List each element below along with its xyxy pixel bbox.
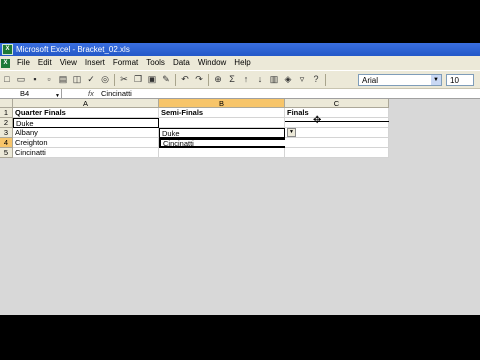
row-header-1[interactable]: 1	[0, 108, 13, 118]
toolbar-separator	[325, 73, 326, 86]
formula-input[interactable]: Cincinatti	[101, 89, 132, 99]
permission-icon[interactable]: ▫	[44, 74, 55, 85]
font-name-value: Arial	[362, 76, 379, 85]
row-header-4[interactable]: 4	[0, 138, 13, 148]
window-title: Microsoft Excel - Bracket_02.xls	[16, 45, 130, 54]
help-icon[interactable]: ?	[311, 74, 322, 85]
select-all-corner[interactable]	[0, 99, 13, 108]
print-preview-icon[interactable]: ◫	[72, 74, 83, 85]
menu-view[interactable]: View	[56, 56, 81, 70]
menu-data[interactable]: Data	[169, 56, 194, 70]
standard-toolbar: □ ▭ ▪ ▫ ▤ ◫ ✓ ◎ ✂ ❐ ▣ ✎ ↶ ↷ ⊕ Σ ↑ ↓ ▥ ◈ …	[0, 70, 480, 89]
cell-b2[interactable]	[159, 118, 285, 128]
toolbar-separator	[175, 73, 176, 86]
name-box[interactable]: B4 ▼	[0, 89, 62, 99]
toolbar-separator	[114, 73, 115, 86]
paste-icon[interactable]: ▣	[147, 74, 158, 85]
cell-a1[interactable]: Quarter Finals	[13, 108, 159, 118]
column-header-b[interactable]: B	[159, 99, 285, 108]
menu-help[interactable]: Help	[230, 56, 254, 70]
print-icon[interactable]: ▤	[58, 74, 69, 85]
cell-b1[interactable]: Semi-Finals	[159, 108, 285, 118]
sort-descending-icon[interactable]: ↓	[255, 74, 266, 85]
worksheet-grid: A B C 1 2 3 4 5 Quarter Finals Semi-Fina…	[0, 99, 480, 315]
function-icon[interactable]: fx	[88, 89, 94, 99]
column-header-c[interactable]: C	[285, 99, 389, 108]
toolbar-separator	[208, 73, 209, 86]
format-painter-icon[interactable]: ✎	[161, 74, 172, 85]
save-icon[interactable]: ▪	[30, 74, 41, 85]
hyperlink-icon[interactable]: ⊕	[213, 74, 224, 85]
font-size-select[interactable]: 10	[446, 74, 474, 86]
drawing-icon[interactable]: ◈	[283, 74, 294, 85]
cut-icon[interactable]: ✂	[119, 74, 130, 85]
open-icon[interactable]: ▭	[16, 74, 27, 85]
column-header-a[interactable]: A	[13, 99, 159, 108]
font-size-value: 10	[450, 76, 459, 85]
cell-b4[interactable]: Cincinatti	[159, 138, 287, 148]
cell-a5[interactable]: Cincinatti	[13, 148, 159, 158]
zoom-icon[interactable]: ▿	[297, 74, 308, 85]
cell-c4[interactable]	[285, 138, 389, 148]
row-header-3[interactable]: 3	[0, 128, 13, 138]
copy-icon[interactable]: ❐	[133, 74, 144, 85]
new-icon[interactable]: □	[2, 74, 13, 85]
excel-window: X Microsoft Excel - Bracket_02.xls X Fil…	[0, 43, 480, 315]
cell-a3[interactable]: Albany	[13, 128, 159, 138]
research-icon[interactable]: ◎	[100, 74, 111, 85]
chevron-down-icon[interactable]: ▼	[431, 75, 441, 85]
cell-a2[interactable]: Duke	[13, 118, 159, 128]
excel-app-icon: X	[2, 44, 13, 55]
menu-format[interactable]: Format	[109, 56, 142, 70]
bracket-line	[285, 121, 389, 122]
redo-icon[interactable]: ↷	[194, 74, 205, 85]
menu-bar: X File Edit View Insert Format Tools Dat…	[0, 56, 480, 70]
menu-file[interactable]: File	[13, 56, 34, 70]
menu-window[interactable]: Window	[194, 56, 230, 70]
cell-c5[interactable]	[285, 148, 389, 158]
cell-a4[interactable]: Creighton	[13, 138, 159, 148]
formula-bar: B4 ▼ fx Cincinatti	[0, 89, 480, 99]
row-header-2[interactable]: 2	[0, 118, 13, 128]
menu-insert[interactable]: Insert	[81, 56, 109, 70]
cell-b5[interactable]	[159, 148, 285, 158]
autosum-icon[interactable]: Σ	[227, 74, 238, 85]
title-bar: X Microsoft Excel - Bracket_02.xls	[0, 43, 480, 56]
row-header-5[interactable]: 5	[0, 148, 13, 158]
undo-icon[interactable]: ↶	[180, 74, 191, 85]
sort-ascending-icon[interactable]: ↑	[241, 74, 252, 85]
chart-wizard-icon[interactable]: ▥	[269, 74, 280, 85]
font-name-select[interactable]: Arial ▼	[358, 74, 442, 86]
menu-edit[interactable]: Edit	[34, 56, 56, 70]
spelling-icon[interactable]: ✓	[86, 74, 97, 85]
cell-c2[interactable]	[285, 118, 389, 128]
cell-b3[interactable]: Duke	[159, 128, 285, 138]
menu-tools[interactable]: Tools	[142, 56, 169, 70]
cell-cursor-icon: ✥	[313, 115, 322, 126]
validation-dropdown-button[interactable]: ▼	[287, 128, 296, 137]
cell-c1[interactable]: Finals	[285, 108, 389, 118]
cell-c3[interactable]	[285, 128, 389, 138]
excel-doc-icon[interactable]: X	[1, 58, 10, 68]
name-box-value: B4	[20, 89, 30, 98]
